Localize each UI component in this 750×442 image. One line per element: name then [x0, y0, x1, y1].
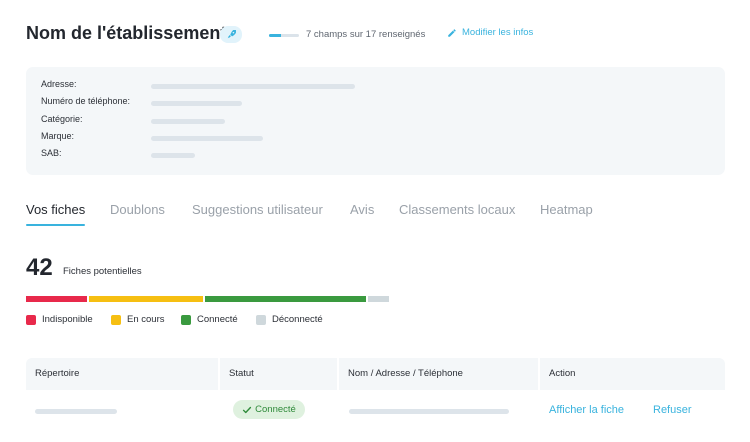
- info-label: Adresse:: [41, 79, 77, 89]
- pencil-icon: [448, 28, 456, 37]
- info-label: Marque:: [41, 131, 75, 141]
- completion-progress-fill: [269, 34, 282, 37]
- column-header-action: Action: [540, 358, 725, 390]
- completion-text: 7 champs sur 17 renseignés: [306, 29, 426, 40]
- legend-item-connecte: Connecté: [181, 314, 238, 325]
- legend-item-en-cours: En cours: [111, 314, 165, 325]
- table-row: Connecté Afficher la fiche Refuser: [26, 390, 725, 434]
- view-listing-link[interactable]: Afficher la fiche: [549, 404, 624, 416]
- info-value-placeholder: [151, 101, 242, 106]
- info-card: Adresse: Numéro de téléphone: Catégorie:…: [26, 67, 725, 175]
- table-header: Répertoire Statut Nom / Adresse / Téléph…: [26, 358, 725, 390]
- status-distribution-bar: [26, 296, 389, 302]
- header: Nom de l'établissement 7 champs sur 17 r…: [26, 22, 726, 48]
- tab-classements-locaux[interactable]: Classements locaux: [399, 202, 515, 217]
- reject-link[interactable]: Refuser: [653, 404, 692, 416]
- status-segment-connecte: [204, 296, 366, 302]
- tab-suggestions-utilisateur[interactable]: Suggestions utilisateur: [192, 202, 323, 217]
- status-badge-label: Connecté: [255, 404, 296, 415]
- page-title: Nom de l'établissement: [26, 23, 227, 43]
- info-label: Catégorie:: [41, 114, 83, 124]
- info-row-address: Adresse:: [41, 79, 701, 93]
- info-value-placeholder: [151, 153, 195, 158]
- info-row-brand: Marque:: [41, 131, 701, 145]
- legend-swatch: [26, 314, 36, 325]
- listings-table: Répertoire Statut Nom / Adresse / Téléph…: [26, 358, 725, 434]
- info-row-phone: Numéro de téléphone:: [41, 96, 701, 110]
- tab-avis[interactable]: Avis: [350, 202, 374, 217]
- info-row-sab: SAB:: [41, 148, 701, 162]
- tab-heatmap[interactable]: Heatmap: [540, 202, 593, 217]
- legend-label: Déconnecté: [272, 314, 323, 325]
- directory-placeholder: [35, 409, 117, 414]
- status-legend: Indisponible En cours Connecté Déconnect…: [26, 314, 426, 328]
- name-address-phone-placeholder: [349, 409, 509, 414]
- info-value-placeholder: [151, 84, 355, 89]
- info-value-placeholder: [151, 119, 225, 124]
- listing-count-label: Fiches potentielles: [63, 266, 142, 277]
- tab-bar: Vos fiches Doublons Suggestions utilisat…: [26, 202, 726, 228]
- column-header-repertoire: Répertoire: [26, 358, 218, 390]
- status-segment-en-cours: [88, 296, 203, 302]
- legend-item-deconnecte: Déconnecté: [256, 314, 323, 325]
- column-header-statut: Statut: [220, 358, 337, 390]
- info-row-category: Catégorie:: [41, 114, 701, 128]
- legend-swatch: [181, 314, 191, 325]
- column-header-nom-adresse-telephone: Nom / Adresse / Téléphone: [339, 358, 538, 390]
- active-tab-indicator: [26, 224, 85, 226]
- tab-doublons[interactable]: Doublons: [110, 202, 165, 217]
- info-value-placeholder: [151, 136, 263, 141]
- completion-progress-bar: [269, 34, 299, 37]
- legend-label: En cours: [127, 314, 165, 325]
- legend-swatch: [256, 314, 266, 325]
- legend-label: Indisponible: [42, 314, 93, 325]
- status-segment-deconnecte: [367, 296, 389, 302]
- rocket-icon: [227, 30, 236, 39]
- legend-swatch: [111, 314, 121, 325]
- edit-info-label: Modifier les infos: [462, 27, 534, 38]
- status-segment-indisponible: [26, 296, 87, 302]
- legend-label: Connecté: [197, 314, 238, 325]
- check-icon: [243, 406, 252, 413]
- tab-vos-fiches[interactable]: Vos fiches: [26, 202, 85, 217]
- edit-info-link[interactable]: Modifier les infos: [447, 27, 533, 38]
- status-badge: Connecté: [233, 400, 305, 419]
- legend-item-indisponible: Indisponible: [26, 314, 93, 325]
- listing-count: 42: [26, 254, 53, 281]
- rocket-badge[interactable]: [220, 26, 242, 43]
- info-label: Numéro de téléphone:: [41, 96, 131, 106]
- info-label: SAB:: [41, 148, 62, 158]
